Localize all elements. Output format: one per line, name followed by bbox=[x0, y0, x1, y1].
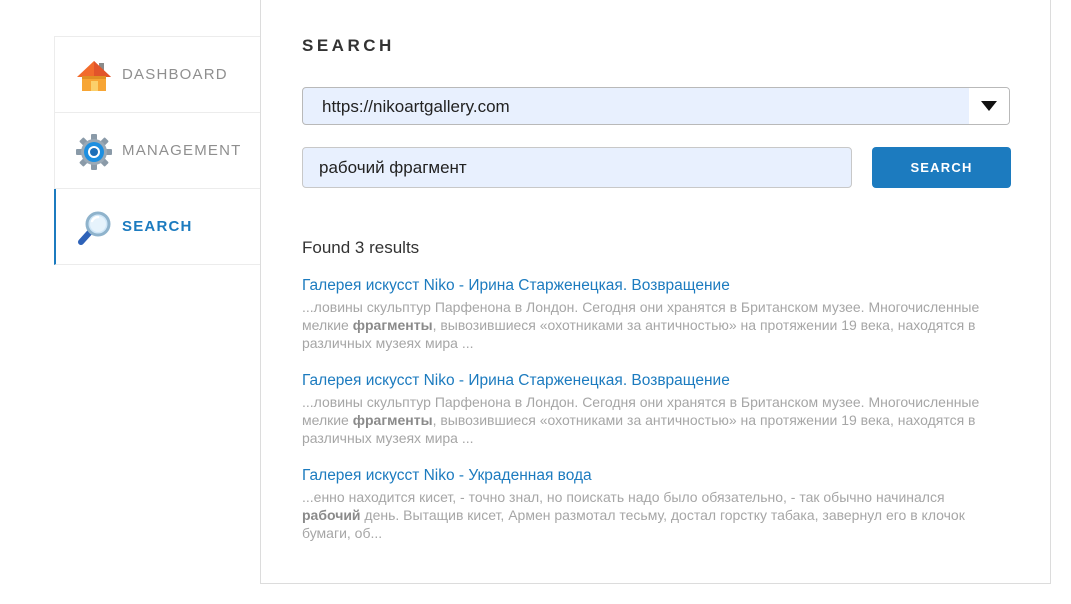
results-list: Галерея искусст Niko - Ирина Старженецка… bbox=[302, 276, 992, 561]
snippet-text: ...енно находится кисет, - точно знал, н… bbox=[302, 489, 945, 505]
results-count: Found 3 results bbox=[302, 238, 420, 257]
result-item: Галерея искусст Niko - Ирина Старженецка… bbox=[302, 276, 992, 371]
snippet-highlight: фрагменты bbox=[352, 412, 433, 428]
result-title-link[interactable]: Галерея искусст Niko - Ирина Старженецка… bbox=[302, 276, 992, 296]
snippet-highlight: фрагменты bbox=[352, 317, 433, 333]
result-item: Галерея искусст Niko - Ирина Старженецка… bbox=[302, 371, 992, 466]
search-input[interactable] bbox=[302, 147, 852, 188]
search-button[interactable]: SEARCH bbox=[872, 147, 1011, 188]
gear-icon bbox=[76, 134, 112, 170]
site-select[interactable]: https://nikoartgallery.com bbox=[302, 87, 1010, 125]
sidebar-item-label: DASHBOARD bbox=[122, 66, 228, 83]
result-item: Галерея искусст Niko - Украденная вода .… bbox=[302, 466, 992, 561]
sidebar-nav: DASHBOARD MANAGEMENT SEARCH bbox=[54, 36, 260, 265]
result-title-link[interactable]: Галерея искусст Niko - Ирина Старженецка… bbox=[302, 371, 992, 391]
sidebar-item-label: MANAGEMENT bbox=[122, 142, 242, 159]
result-title-link[interactable]: Галерея искусст Niko - Украденная вода bbox=[302, 466, 992, 486]
sidebar-item-label: SEARCH bbox=[122, 218, 193, 235]
site-select-value: https://nikoartgallery.com bbox=[322, 97, 510, 116]
sidebar-item-dashboard[interactable]: DASHBOARD bbox=[54, 37, 260, 113]
snippet-highlight: рабочий bbox=[302, 507, 361, 523]
snippet-text: день. Вытащив кисет, Армен размотал тесь… bbox=[302, 507, 965, 541]
result-snippet: ...ловины скульптур Парфенона в Лондон. … bbox=[302, 298, 992, 352]
magnifier-icon bbox=[78, 211, 111, 245]
search-panel: SEARCH https://nikoartgallery.com SEARCH… bbox=[260, 0, 1051, 584]
caret-down-icon bbox=[981, 101, 997, 111]
page-title: SEARCH bbox=[302, 36, 395, 55]
home-icon bbox=[77, 61, 111, 91]
sidebar-item-management[interactable]: MANAGEMENT bbox=[54, 113, 260, 189]
site-select-toggle[interactable] bbox=[969, 88, 1009, 124]
result-snippet: ...ловины скульптур Парфенона в Лондон. … bbox=[302, 393, 992, 447]
sidebar-item-search[interactable]: SEARCH bbox=[54, 189, 260, 265]
result-snippet: ...енно находится кисет, - точно знал, н… bbox=[302, 488, 992, 542]
